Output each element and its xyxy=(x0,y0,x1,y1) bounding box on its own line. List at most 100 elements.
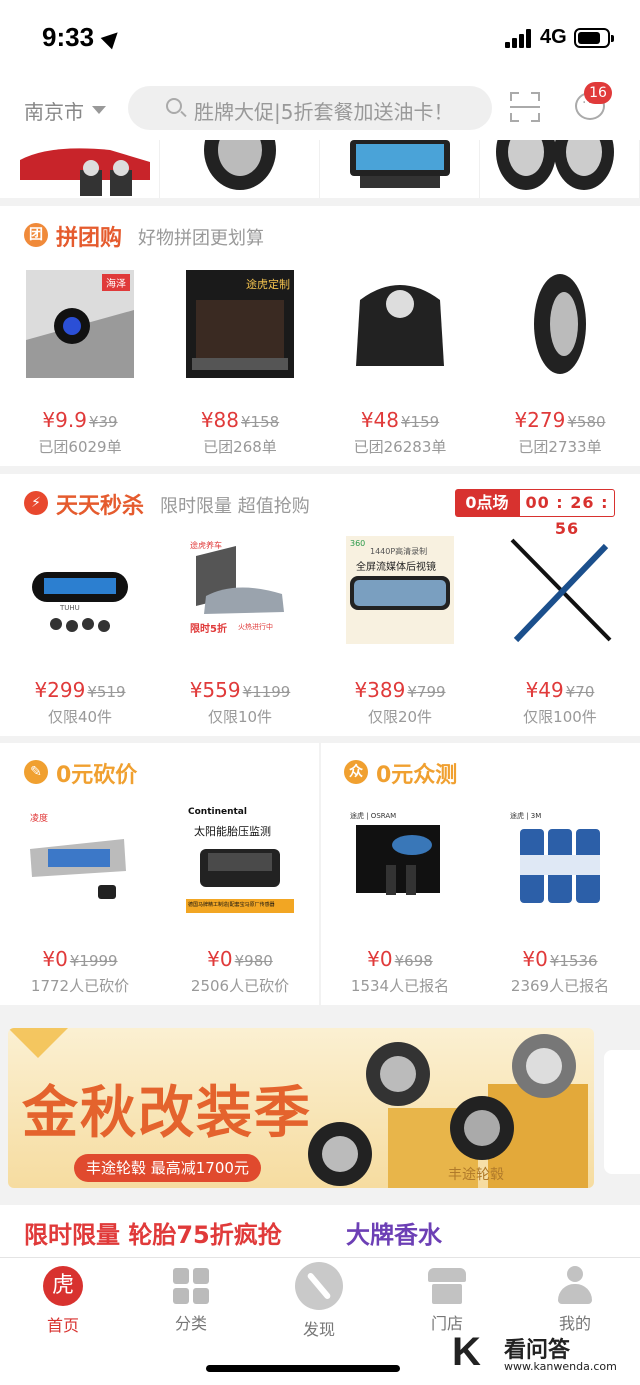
group-buy-subtitle: 好物拼团更划算 xyxy=(138,228,264,249)
group-buy-item-2[interactable]: ¥88 ¥158 已团268单 xyxy=(165,408,315,457)
product-image-mirror-dvr[interactable]: 凌度 xyxy=(26,805,134,913)
watermark: K 看问答 www.kanwenda.com xyxy=(452,1330,632,1380)
tab-home[interactable]: 虎 首页 xyxy=(13,1266,113,1336)
product-badge: 途虎定制 xyxy=(246,278,290,291)
item-limit: 仅限40件 xyxy=(47,708,113,726)
item-sold-count: 已团6029单 xyxy=(38,438,122,456)
home-indicator[interactable] xyxy=(206,1365,400,1372)
grid-icon xyxy=(173,1268,209,1304)
product-image-phone-holder[interactable]: 海泽 xyxy=(26,270,134,378)
item-price: ¥48 xyxy=(360,408,399,432)
group-buy-item-1[interactable]: ¥9.9 ¥39 已团6029单 xyxy=(5,408,155,457)
image-promo-text-2: 火热进行中 xyxy=(238,623,273,631)
item-participants: 1534人已报名 xyxy=(350,977,450,995)
item-old-price: ¥580 xyxy=(567,413,606,431)
flash-sale-subtitle: 限时限量 超值抢购 xyxy=(160,496,310,517)
product-image-window-film[interactable]: 途虎养车 限时5折 火热进行中 xyxy=(186,536,294,644)
item-limit: 仅限10件 xyxy=(207,708,273,726)
tab-discover[interactable]: 发现 xyxy=(269,1262,369,1340)
product-image-air-pump[interactable] xyxy=(346,270,454,378)
group-buy-title[interactable]: 拼团购 xyxy=(56,220,122,252)
group-buy-item-4[interactable]: ¥279 ¥580 已团2733单 xyxy=(485,408,635,457)
item-old-price: ¥799 xyxy=(407,683,446,701)
compass-icon xyxy=(295,1262,343,1310)
search-icon xyxy=(166,98,182,114)
chevron-down-icon[interactable] xyxy=(92,106,106,114)
image-caption-2: 全屏流媒体后视镜 xyxy=(356,562,436,573)
image-brand-text: 途虎 | 3M xyxy=(510,812,542,820)
product-image-wiper[interactable] xyxy=(506,536,614,644)
city-selector[interactable]: 南京市 xyxy=(24,96,84,125)
free-test-title[interactable]: 0元众测 xyxy=(376,757,457,789)
strip-item-screen[interactable] xyxy=(320,140,480,198)
item-old-price: ¥158 xyxy=(241,413,280,431)
flash-sale-title[interactable]: 天天秒杀 xyxy=(56,488,144,520)
user-icon xyxy=(556,1266,594,1304)
next-banner-peek[interactable] xyxy=(604,1050,640,1174)
group-buy-icon: 团 xyxy=(24,223,48,247)
item-old-price: ¥159 xyxy=(401,413,440,431)
product-image-solar-tpms[interactable]: Continental 太阳能胎压监测 德国马牌精工制造|配套宝马原厂传感器 xyxy=(186,805,294,913)
strip-item-tire[interactable] xyxy=(160,140,320,198)
free-test-item-2[interactable]: ¥0 ¥1536 2369人已报名 xyxy=(485,947,635,996)
item-price: ¥299 xyxy=(34,678,86,702)
battery-icon xyxy=(574,28,614,48)
item-participants: 1772人已砍价 xyxy=(30,977,130,995)
item-price: ¥389 xyxy=(354,678,406,702)
flash-sale-item-2[interactable]: ¥559 ¥1199 仅限10件 xyxy=(165,678,315,727)
tab-store[interactable]: 门店 xyxy=(397,1266,497,1334)
product-image-led-bulbs[interactable]: 途虎 | OSRAM xyxy=(346,805,454,913)
item-old-price: ¥1199 xyxy=(242,683,291,701)
message-badge: 16 xyxy=(584,82,612,104)
image-brand-text: 凌度 xyxy=(30,814,49,824)
flash-sale-item-3[interactable]: ¥389 ¥799 仅限20件 xyxy=(325,678,475,727)
product-image-3m-cans[interactable]: 途虎 | 3M xyxy=(506,805,614,913)
product-image-tpms[interactable]: TUHU xyxy=(26,536,134,644)
search-input[interactable]: 胜牌大促|5折套餐加送油卡！ xyxy=(194,96,453,125)
bargain-item-1[interactable]: ¥0 ¥1999 1772人已砍价 xyxy=(5,947,155,996)
bargain-title[interactable]: 0元砍价 xyxy=(56,757,137,789)
item-old-price: ¥1536 xyxy=(549,952,598,970)
item-sold-count: 已团268单 xyxy=(203,438,277,456)
tab-category[interactable]: 分类 xyxy=(141,1266,241,1334)
group-buy-section: 团 拼团购 好物拼团更划算 海泽 途虎定制 ¥9.9 ¥39 已团6029单 ¥… xyxy=(0,206,640,466)
banner-title: 金秋改装季 xyxy=(22,1081,312,1146)
flash-sale-item-4[interactable]: ¥49 ¥70 仅限100件 xyxy=(485,678,635,727)
bargain-item-2[interactable]: ¥0 ¥980 2506人已砍价 xyxy=(165,947,315,996)
strip-item-tires[interactable] xyxy=(480,140,640,198)
section-divider xyxy=(319,743,321,1005)
search-bar[interactable]: 胜牌大促|5折套餐加送油卡！ xyxy=(128,86,492,130)
item-sold-count: 已团26283单 xyxy=(353,438,447,456)
lightning-icon: ⚡ xyxy=(24,491,48,515)
session-label: 0点场 xyxy=(455,489,519,517)
promo-banner[interactable]: 金秋改装季 丰途轮毂 最高减1700元 丰途轮毂 xyxy=(8,1028,594,1188)
item-price: ¥49 xyxy=(525,678,564,702)
promo-tire-sale[interactable]: 限时限量 轮胎75折疯抢 xyxy=(24,1215,282,1250)
item-price: ¥0 xyxy=(367,947,393,971)
item-sold-count: 已团2733单 xyxy=(518,438,602,456)
strip-item-headlight[interactable] xyxy=(0,140,160,198)
app-screen: 9:33 4G 南京市 胜牌大促|5折套餐加送油卡！ 16 xyxy=(0,0,640,1385)
flash-sale-item-1[interactable]: ¥299 ¥519 仅限40件 xyxy=(5,678,155,727)
promo-perfume[interactable]: 大牌香水 xyxy=(346,1215,442,1250)
item-old-price: ¥1999 xyxy=(69,952,118,970)
item-limit: 仅限100件 xyxy=(523,708,597,726)
product-image-trunk-mat[interactable]: 途虎定制 xyxy=(186,270,294,378)
top-header: 南京市 胜牌大促|5折套餐加送油卡！ 16 xyxy=(0,76,640,140)
image-brand-text: Continental xyxy=(188,807,247,817)
image-caption: 太阳能胎压监测 xyxy=(194,825,271,838)
free-test-item-1[interactable]: ¥0 ¥698 1534人已报名 xyxy=(325,947,475,996)
store-icon xyxy=(428,1268,466,1304)
banner-subtitle: 丰途轮毂 最高减1700元 xyxy=(74,1154,261,1182)
tab-label: 首页 xyxy=(46,1316,79,1335)
image-brand-text: 360 xyxy=(350,539,366,548)
tiger-home-icon: 虎 xyxy=(43,1266,83,1306)
product-image-rearview-mirror[interactable]: 360 1440P高清录制 全屏流媒体后视镜 xyxy=(346,536,454,644)
item-price: ¥0 xyxy=(207,947,233,971)
item-participants: 2369人已报名 xyxy=(510,977,610,995)
scan-icon[interactable] xyxy=(510,92,540,122)
product-image-tire[interactable] xyxy=(506,270,614,378)
group-buy-item-3[interactable]: ¥48 ¥159 已团26283单 xyxy=(325,408,475,457)
item-price: ¥9.9 xyxy=(42,408,87,432)
tab-mine[interactable]: 我的 xyxy=(525,1266,625,1334)
